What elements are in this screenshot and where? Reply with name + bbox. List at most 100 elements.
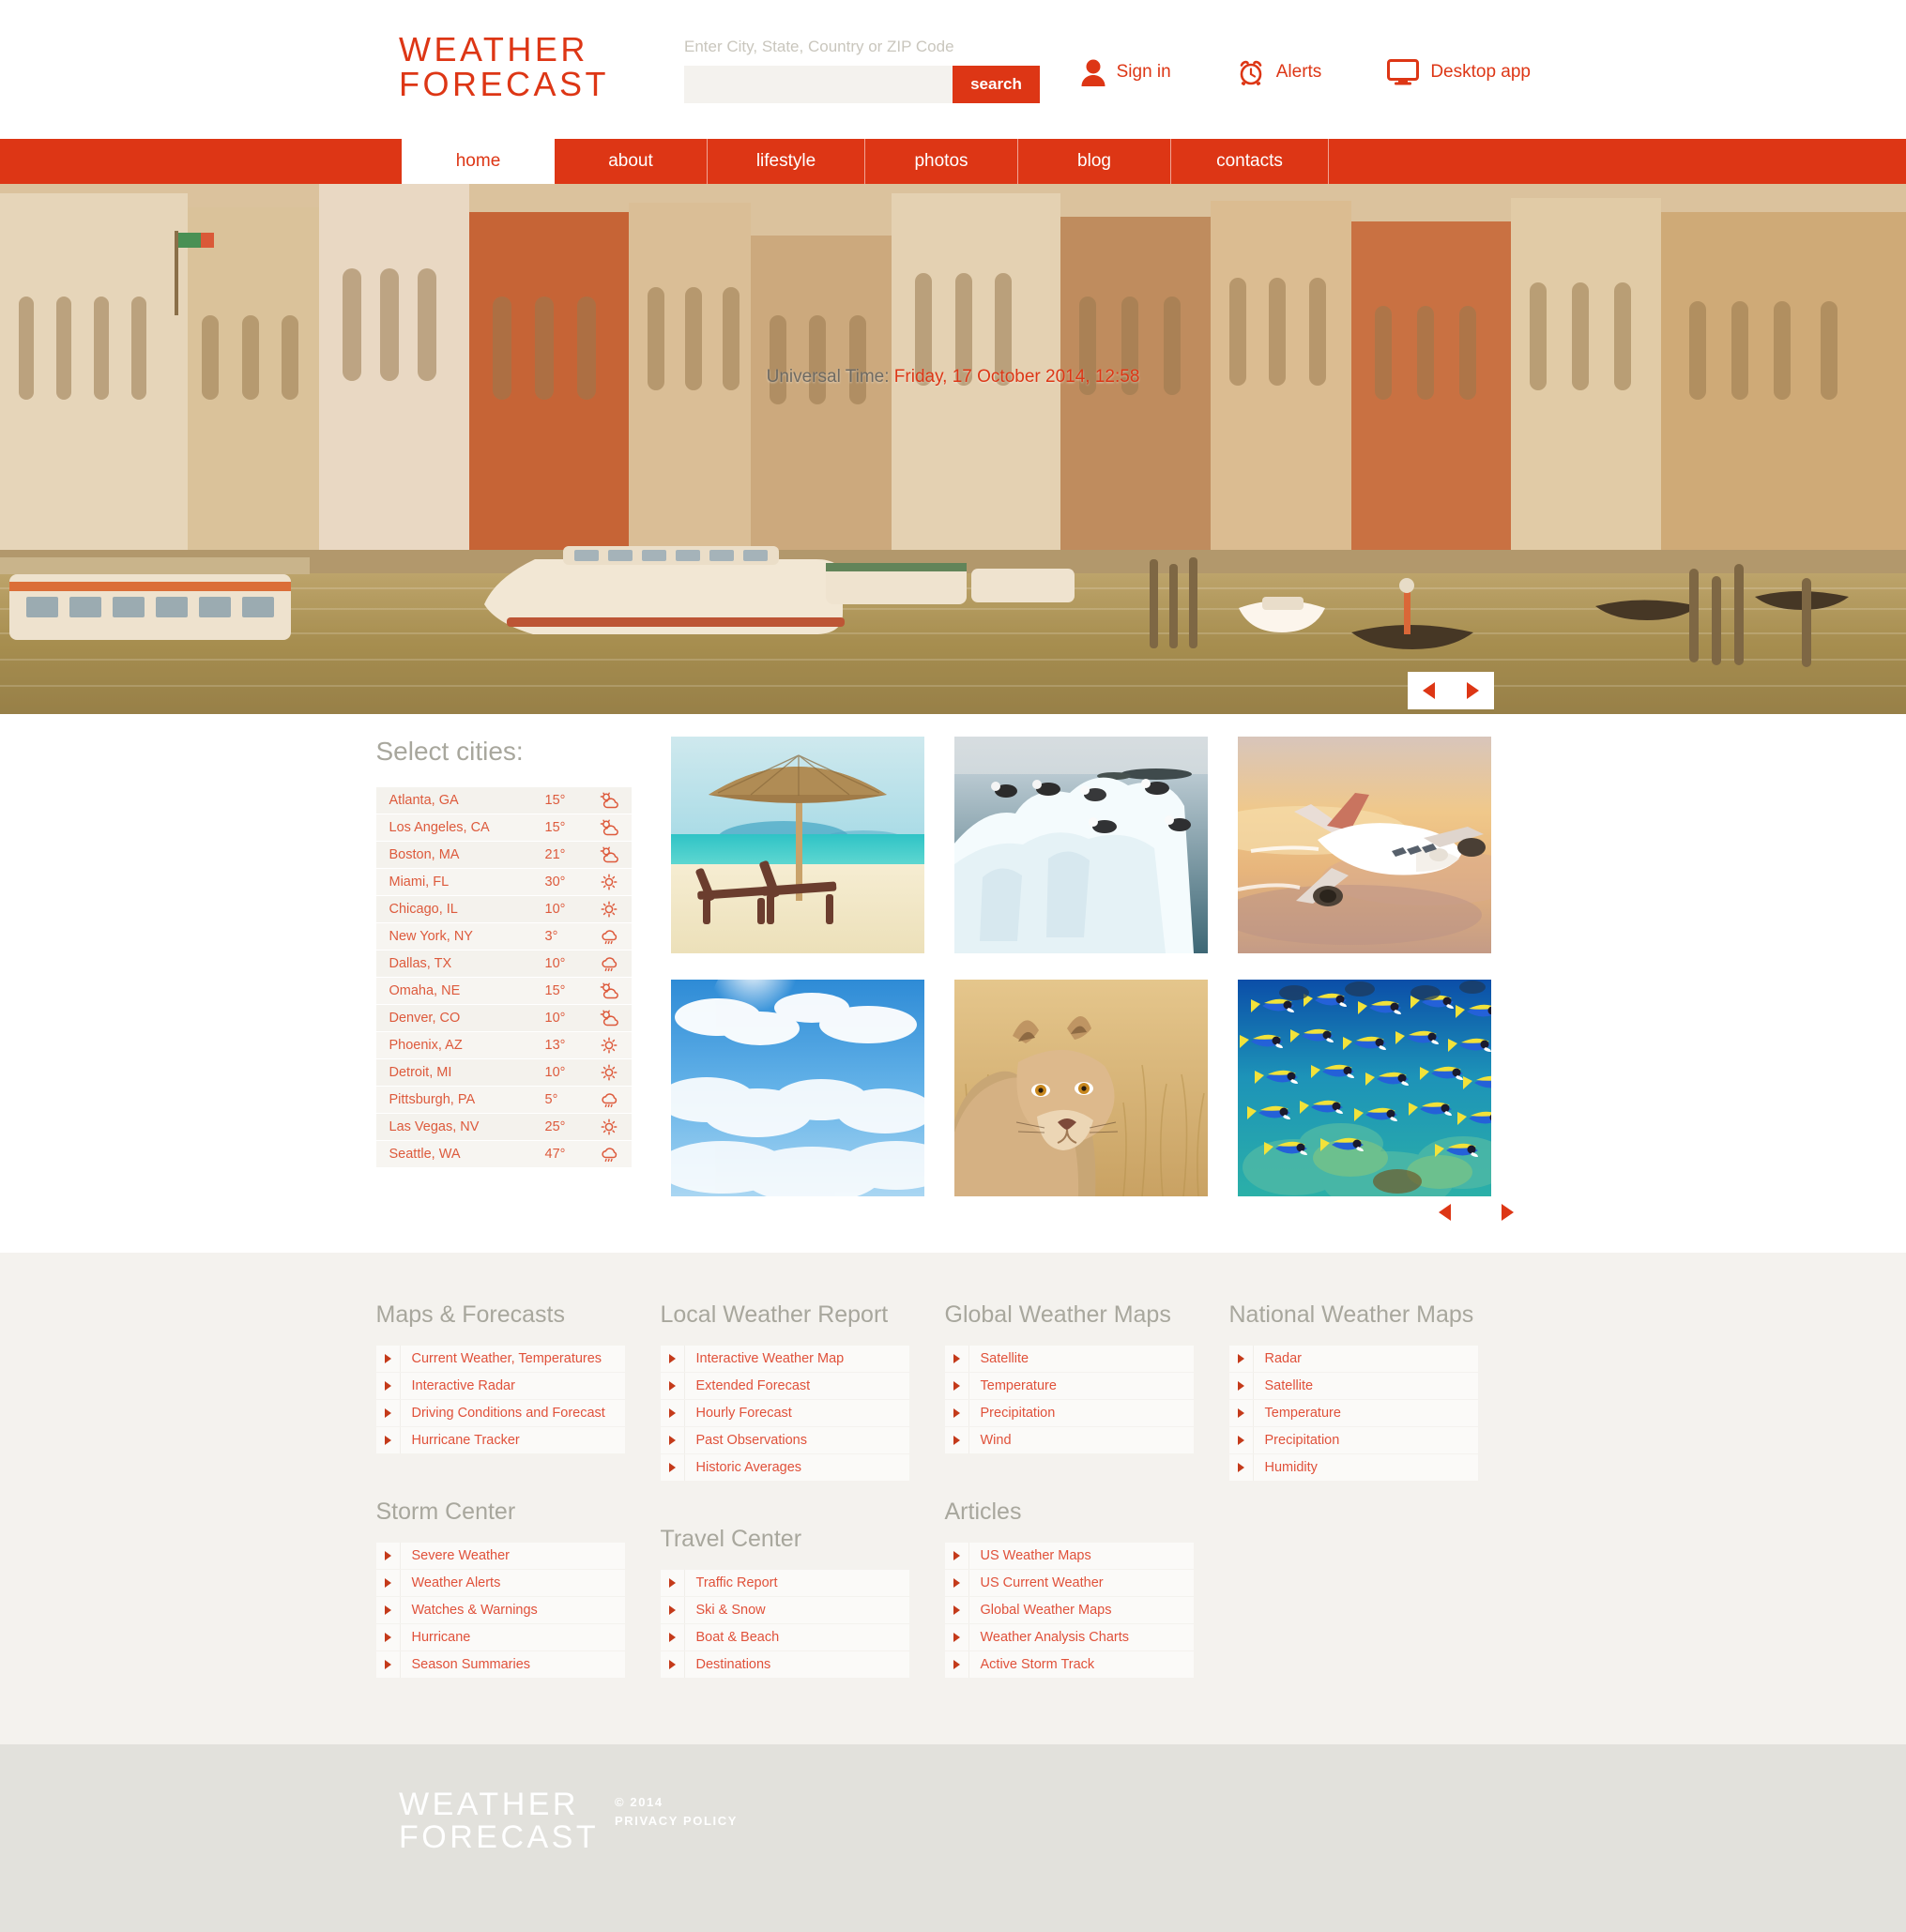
footer-link-label: Global Weather Maps [980, 1603, 1112, 1618]
footer-link-row[interactable]: Temperature [1228, 1400, 1478, 1426]
city-row[interactable]: Las Vegas, NV 25° [375, 1114, 632, 1140]
bullet-arrow-icon [661, 1454, 685, 1481]
gallery-item-lioness-in-grass[interactable] [953, 980, 1208, 1196]
footer-link-row[interactable]: Season Summaries [375, 1651, 625, 1678]
gallery-prev-arrow-icon[interactable] [1438, 1204, 1451, 1221]
footer-link-label: Precipitation [980, 1406, 1056, 1421]
footer-link-row[interactable]: Hurricane [375, 1624, 625, 1651]
footer-link-row[interactable]: US Weather Maps [944, 1543, 1194, 1569]
sun-icon [594, 1037, 618, 1054]
city-row[interactable]: Los Angeles, CA 15° [375, 814, 632, 841]
footer-link-label: Temperature [980, 1378, 1057, 1393]
city-row[interactable]: Dallas, TX 10° [375, 951, 632, 977]
search-button[interactable]: search [953, 66, 1040, 103]
rain-cloud-icon [594, 928, 618, 945]
hero-next-arrow-icon[interactable] [1467, 682, 1479, 699]
footer-link-row[interactable]: Weather Analysis Charts [944, 1624, 1194, 1651]
footer-link-row[interactable]: Weather Alerts [375, 1570, 625, 1596]
footer-link-row[interactable]: Extended Forecast [660, 1373, 909, 1399]
gallery-item-seagulls-on-iceberg[interactable] [953, 737, 1208, 953]
alerts-link[interactable]: Alerts [1237, 58, 1321, 86]
sign-in-link[interactable]: Sign in [1081, 58, 1171, 86]
city-row[interactable]: Miami, FL 30° [375, 869, 632, 895]
footer-heading-maps-forecasts: Maps & Forecasts [375, 1301, 565, 1328]
search-input[interactable] [684, 66, 953, 103]
city-name: Los Angeles, CA [389, 820, 490, 835]
footer-link-label: Weather Alerts [411, 1575, 501, 1590]
nav-item-blog[interactable]: blog [1018, 139, 1171, 184]
nav-item-home[interactable]: home [402, 139, 555, 184]
nav-item-lifestyle[interactable]: lifestyle [708, 139, 865, 184]
city-row[interactable]: Omaha, NE 15° [375, 978, 632, 1004]
footer-link-row[interactable]: Destinations [660, 1651, 909, 1678]
bullet-arrow-icon [376, 1346, 401, 1372]
footer-link-row[interactable]: Driving Conditions and Forecast [375, 1400, 625, 1426]
gallery-item-blue-sky-clouds[interactable] [670, 980, 924, 1196]
footer-link-row[interactable]: Boat & Beach [660, 1624, 909, 1651]
footer-link-row[interactable]: Active Storm Track [944, 1651, 1194, 1678]
city-temp: 10° [544, 1065, 566, 1080]
city-row[interactable]: New York, NY 3° [375, 923, 632, 950]
footer-link-label: Boat & Beach [695, 1630, 780, 1645]
hero-prev-arrow-icon[interactable] [1423, 682, 1435, 699]
footer-link-row[interactable]: Interactive Radar [375, 1373, 625, 1399]
city-row[interactable]: Phoenix, AZ 13° [375, 1032, 632, 1058]
footer-link-row[interactable]: Global Weather Maps [944, 1597, 1194, 1623]
footer-link-row[interactable]: Temperature [944, 1373, 1194, 1399]
city-temp: 5° [544, 1092, 558, 1107]
footer-heading-articles: Articles [944, 1498, 1022, 1525]
footer-column-global-weather-maps: Global Weather Maps Satellite Temperatur… [944, 1301, 1194, 1679]
bullet-arrow-icon [661, 1597, 685, 1623]
footer-link-row[interactable]: Interactive Weather Map [660, 1346, 909, 1372]
footer-link-row[interactable]: Satellite [1228, 1373, 1478, 1399]
footer-link-row[interactable]: Precipitation [944, 1400, 1194, 1426]
gallery-item-airplane-at-sunset[interactable] [1237, 737, 1491, 953]
footer-link-label: Hurricane Tracker [411, 1433, 520, 1448]
gallery-next-arrow-icon[interactable] [1501, 1204, 1514, 1221]
nav-item-contacts[interactable]: contacts [1171, 139, 1329, 184]
city-row[interactable]: Chicago, IL 10° [375, 896, 632, 922]
footer-link-label: Past Observations [695, 1433, 807, 1448]
gallery-item-school-of-blue-fish[interactable] [1237, 980, 1491, 1196]
city-row[interactable]: Seattle, WA 47° [375, 1141, 632, 1167]
footer-link-row[interactable]: Precipitation [1228, 1427, 1478, 1453]
footer-link-row[interactable]: Humidity [1228, 1454, 1478, 1481]
nav-item-photos[interactable]: photos [865, 139, 1018, 184]
city-name: Phoenix, AZ [389, 1038, 463, 1053]
footer-link-row[interactable]: Severe Weather [375, 1543, 625, 1569]
nav-item-about[interactable]: about [555, 139, 708, 184]
city-row[interactable]: Detroit, MI 10° [375, 1059, 632, 1086]
footer-link-row[interactable]: Watches & Warnings [375, 1597, 625, 1623]
partly-cloudy-icon [594, 1010, 618, 1027]
city-row[interactable]: Boston, MA 21° [375, 842, 632, 868]
bullet-arrow-icon [945, 1346, 969, 1372]
footer-link-row[interactable]: US Current Weather [944, 1570, 1194, 1596]
bullet-arrow-icon [945, 1400, 969, 1426]
select-cities-panel: Select cities: Atlanta, GA 15° Los Angel… [375, 737, 632, 1196]
footer-link-label: Satellite [980, 1351, 1029, 1366]
footer-link-row[interactable]: Past Observations [660, 1427, 909, 1453]
desktop-app-link[interactable]: Desktop app [1387, 59, 1531, 85]
footer-link-row[interactable]: Ski & Snow [660, 1597, 909, 1623]
site-logo[interactable]: WEATHER FORECAST [399, 32, 609, 101]
footer-link-row[interactable]: Satellite [944, 1346, 1194, 1372]
footer-link-row[interactable]: Hurricane Tracker [375, 1427, 625, 1453]
privacy-policy-link[interactable]: PRIVACY POLICY [615, 1812, 738, 1831]
city-row[interactable]: Denver, CO 10° [375, 1005, 632, 1031]
city-row[interactable]: Pittsburgh, PA 5° [375, 1087, 632, 1113]
footer-logo[interactable]: WEATHER FORECAST [399, 1788, 599, 1854]
content-inner: Select cities: Atlanta, GA 15° Los Angel… [375, 737, 1531, 1221]
footer-heading-local-weather-report: Local Weather Report [660, 1301, 889, 1328]
universal-time: Universal Time: Friday, 17 October 2014,… [0, 367, 1906, 388]
city-row[interactable]: Atlanta, GA 15° [375, 787, 632, 814]
footer-link-row[interactable]: Historic Averages [660, 1454, 909, 1481]
footer-link-row[interactable]: Radar [1228, 1346, 1478, 1372]
footer-link-row[interactable]: Current Weather, Temperatures [375, 1346, 625, 1372]
footer-link-row[interactable]: Hourly Forecast [660, 1400, 909, 1426]
sun-icon [594, 874, 618, 890]
city-temp: 15° [544, 793, 566, 808]
footer-link-row[interactable]: Traffic Report [660, 1570, 909, 1596]
footer-link-row[interactable]: Wind [944, 1427, 1194, 1453]
bullet-arrow-icon [1229, 1427, 1254, 1453]
gallery-item-beach-umbrella-loungers[interactable] [670, 737, 924, 953]
